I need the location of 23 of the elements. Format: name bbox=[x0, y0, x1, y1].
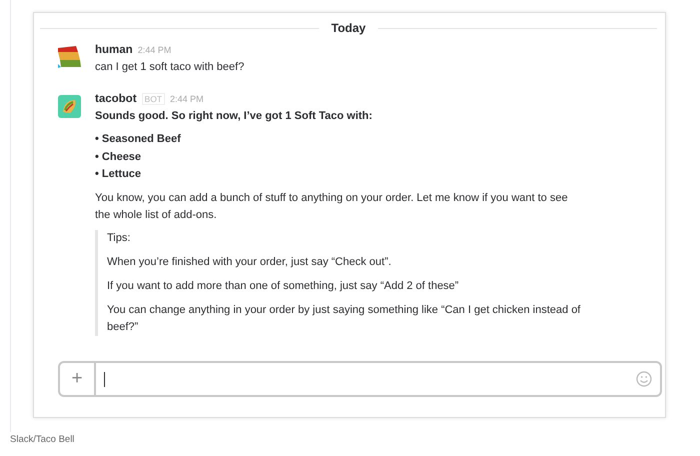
day-divider: Today bbox=[330, 21, 367, 35]
avatar-icon bbox=[58, 95, 81, 118]
message-field[interactable]: + bbox=[58, 361, 662, 397]
text-cursor bbox=[104, 372, 105, 386]
tip-text: You can change anything in your order by just saying something like “Can I get chicken instead of beef?” bbox=[107, 302, 582, 334]
timestamp[interactable]: 2:44 PM bbox=[138, 45, 172, 55]
timestamp[interactable]: 2:44 PM bbox=[170, 94, 204, 104]
author-name[interactable]: human bbox=[95, 44, 133, 56]
avatar-icon bbox=[58, 46, 81, 69]
message-text: Sounds good. So right now, I’ve got 1 Soft Taco with: bbox=[95, 109, 374, 124]
list-item: • Lettuce bbox=[95, 167, 142, 182]
list-item: • Seasoned Beef bbox=[95, 132, 182, 147]
tip-text: Tips: bbox=[107, 230, 132, 246]
message-text: You know, you can add a bunch of stuff to anything on your order. Let me know if you want to see the whole list of add-ons. bbox=[95, 190, 569, 222]
plus-button[interactable]: + bbox=[60, 363, 96, 395]
image-caption: Slack/Taco Bell bbox=[10, 434, 74, 446]
list-item: • Cheese bbox=[95, 150, 142, 164]
tip-text: When you’re finished with your order, just say “Check out”. bbox=[107, 254, 392, 270]
emoji-icon[interactable] bbox=[636, 371, 652, 387]
tip-text: If you want to add more than one of something, just say “Add 2 of these” bbox=[107, 278, 460, 294]
author-name[interactable]: tacobot bbox=[95, 93, 137, 105]
bot-badge: BOT bbox=[142, 93, 166, 105]
message-text: can I get 1 soft taco with beef? bbox=[95, 60, 246, 75]
